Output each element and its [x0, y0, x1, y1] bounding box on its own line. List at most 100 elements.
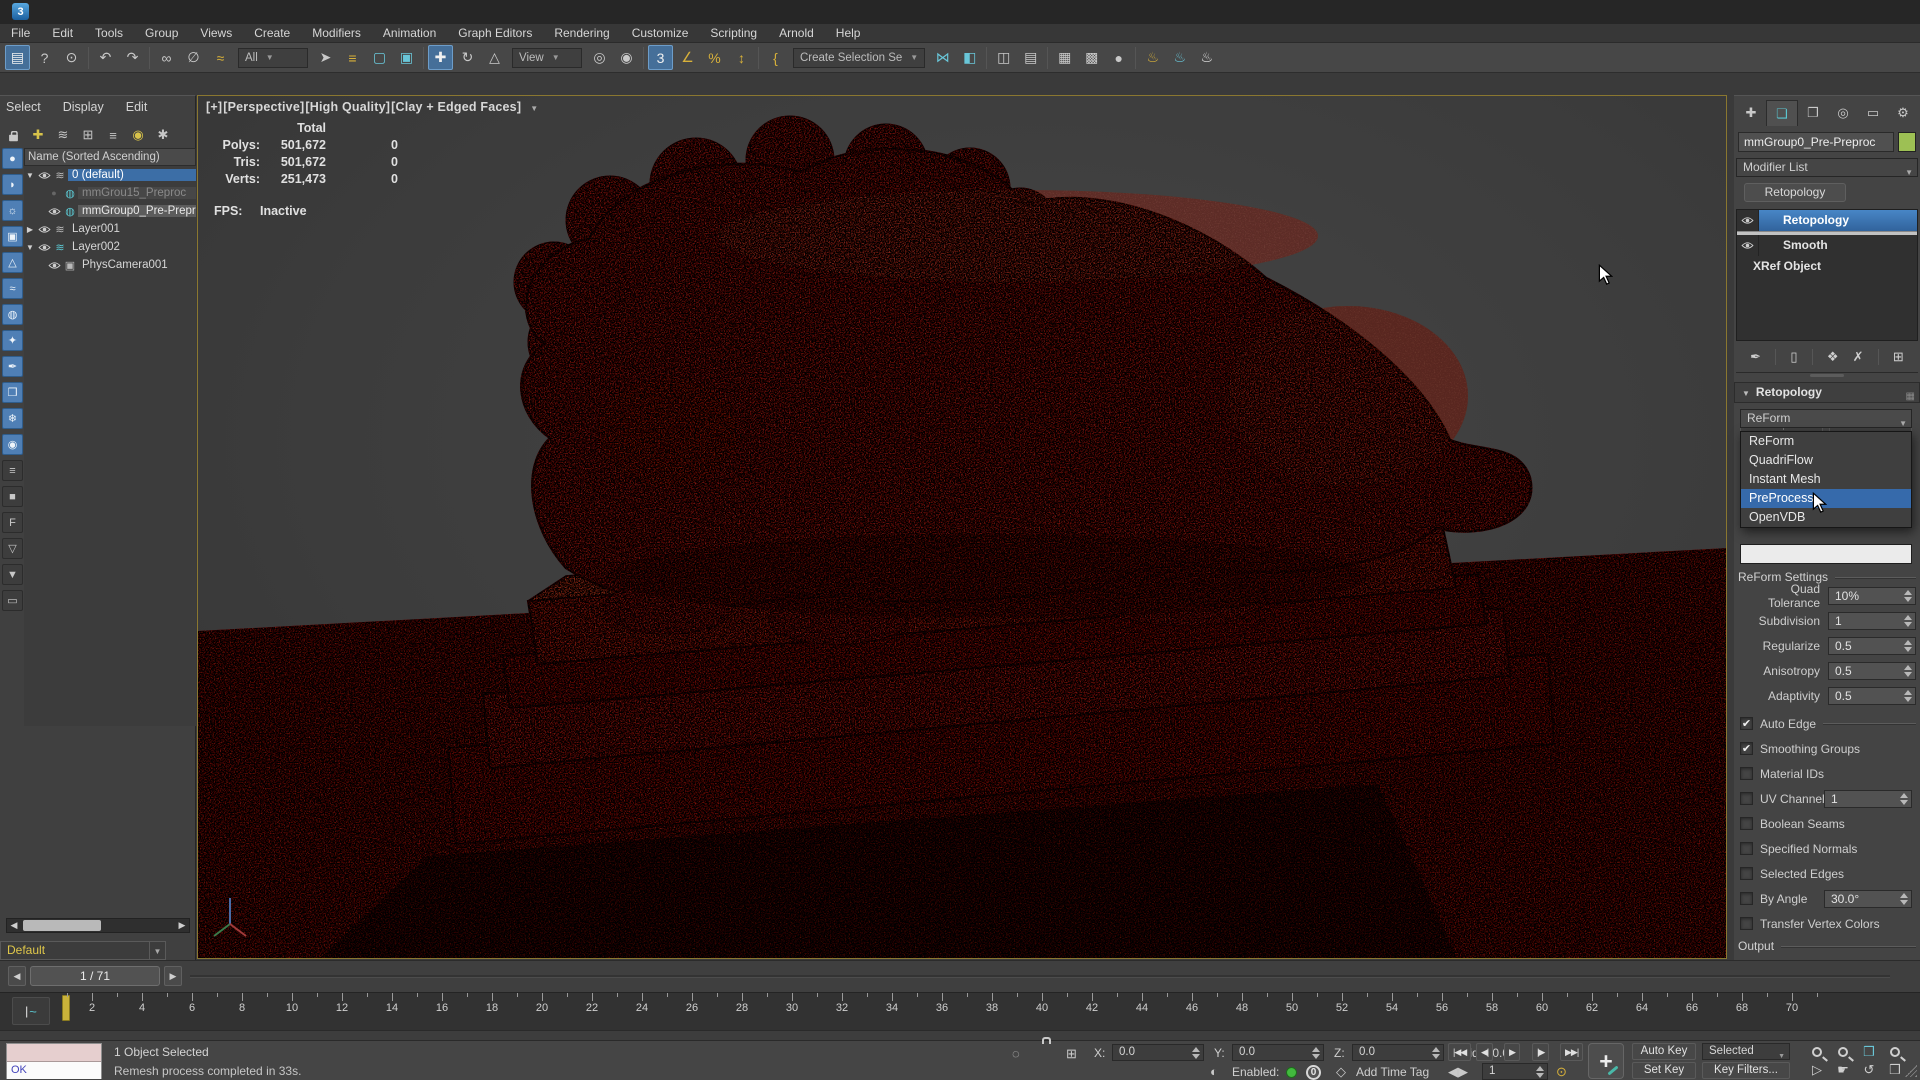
- tree-item-label[interactable]: Layer001: [68, 223, 196, 235]
- z-coord-field[interactable]: 0.0: [1352, 1044, 1444, 1061]
- sort-layers-icon[interactable]: ≡: [104, 126, 122, 144]
- schematic-view-icon[interactable]: ▩: [1079, 45, 1104, 70]
- pick-visibility-icon[interactable]: ◉: [129, 126, 147, 144]
- go-to-start-icon[interactable]: |◀◀: [1448, 1043, 1471, 1061]
- menu-file[interactable]: File: [0, 24, 41, 42]
- time-configuration-icon[interactable]: ⊙: [59, 45, 84, 70]
- expand-down-icon[interactable]: ▼: [24, 171, 36, 180]
- rectangular-selection-icon[interactable]: ▢: [367, 45, 392, 70]
- workspace-dropdown-arrow-icon[interactable]: ▼: [150, 941, 166, 960]
- add-to-new-layer-icon[interactable]: ✚: [29, 126, 47, 144]
- set-key-button[interactable]: Set Key: [1632, 1062, 1696, 1079]
- dropdown-option-preprocess[interactable]: PreProcess: [1741, 489, 1911, 508]
- explorer-menu-select[interactable]: Select: [6, 100, 41, 120]
- checkbox-checked-icon[interactable]: ✔: [1740, 717, 1753, 730]
- modifier-smooth[interactable]: Smooth: [1759, 235, 1917, 256]
- time-slider-track[interactable]: [190, 975, 1890, 978]
- modifier-visibility-icon[interactable]: [1737, 235, 1759, 256]
- modifier-visibility-icon[interactable]: [1737, 210, 1759, 231]
- toggle-scene-explorer-icon[interactable]: ◫: [991, 45, 1016, 70]
- spinner-icon[interactable]: [1535, 1065, 1545, 1079]
- key-filters-button[interactable]: Key Filters...: [1702, 1062, 1790, 1079]
- checkbox-unchecked-icon[interactable]: [1740, 767, 1753, 780]
- menu-scripting[interactable]: Scripting: [699, 24, 768, 42]
- zoom-icon[interactable]: [1806, 1043, 1828, 1061]
- menu-customize[interactable]: Customize: [621, 24, 700, 42]
- spinner-icon[interactable]: [1191, 1046, 1201, 1060]
- visibility-eye-icon[interactable]: [36, 243, 52, 252]
- unlink-selection-icon[interactable]: ∅: [181, 45, 206, 70]
- mirror-icon[interactable]: ⋈: [930, 45, 955, 70]
- go-to-end-icon[interactable]: ▶▶|: [1560, 1043, 1583, 1061]
- create-tab-icon[interactable]: ✚: [1736, 100, 1766, 126]
- filter-objects-icon[interactable]: ✦: [2, 330, 23, 351]
- object-color-swatch[interactable]: [1898, 132, 1916, 152]
- tree-item-label[interactable]: PhysCamera001: [78, 259, 196, 271]
- new-container-icon[interactable]: ▭: [2, 590, 23, 611]
- modify-tab-icon[interactable]: ❏: [1766, 100, 1798, 126]
- filter-frozen-icon[interactable]: ❄: [2, 408, 23, 429]
- viewport-quality-label[interactable]: [High Quality]: [305, 100, 390, 114]
- edit-named-selections-icon[interactable]: {: [763, 45, 788, 70]
- pan-icon[interactable]: ☛: [1832, 1061, 1854, 1079]
- expand-right-icon[interactable]: ▶: [24, 225, 36, 234]
- zoom-region-icon[interactable]: [1884, 1043, 1906, 1061]
- tree-item-label[interactable]: mmGrou15_Preproc: [78, 187, 196, 199]
- setting-value-field[interactable]: 0.5: [1828, 687, 1916, 705]
- reference-coordinate-dropdown[interactable]: View▼: [512, 48, 582, 68]
- expand-down-icon[interactable]: ▼: [24, 243, 36, 252]
- workspace-dropdown[interactable]: Default: [0, 941, 150, 960]
- checkbox-unchecked-icon[interactable]: [1740, 892, 1753, 905]
- zero-badge[interactable]: 0: [1306, 1065, 1321, 1080]
- tree-item-label[interactable]: 0 (default): [68, 169, 196, 181]
- algorithm-dropdown[interactable]: ReForm▼: [1740, 409, 1912, 428]
- explorer-menu-edit[interactable]: Edit: [126, 100, 148, 120]
- isolate-selection-icon[interactable]: ◌: [1012, 1046, 1020, 1061]
- menu-rendering[interactable]: Rendering: [543, 24, 620, 42]
- previous-frame-button[interactable]: ◀: [8, 966, 26, 986]
- checkbox-unchecked-icon[interactable]: [1740, 867, 1753, 880]
- zoom-extents-icon[interactable]: ❒: [1858, 1043, 1880, 1061]
- viewport-label-arrow-icon[interactable]: ▼: [530, 104, 538, 113]
- object-name-field[interactable]: mmGroup0_Pre-Preproc: [1738, 132, 1894, 152]
- retopology-rollout-header[interactable]: ▼Retopology▦: [1734, 382, 1920, 403]
- menu-animation[interactable]: Animation: [372, 24, 447, 42]
- tree-row[interactable]: ●◍mmGrou15_Preproc: [24, 184, 196, 202]
- filter-hidden-icon[interactable]: ◉: [2, 434, 23, 455]
- align-icon[interactable]: ◧: [957, 45, 982, 70]
- frame-display-icon[interactable]: F: [2, 512, 23, 533]
- y-coord-field[interactable]: 0.0: [1232, 1044, 1324, 1061]
- checkbox-unchecked-icon[interactable]: [1740, 917, 1753, 930]
- modifier-list-dropdown[interactable]: Modifier List▼: [1736, 158, 1918, 177]
- menu-graph-editors[interactable]: Graph Editors: [447, 24, 543, 42]
- spinner-icon[interactable]: [1431, 1046, 1441, 1060]
- mini-curve-editor-button[interactable]: |~: [12, 997, 50, 1025]
- tree-item-label[interactable]: Layer002: [68, 241, 196, 253]
- spinner-icon[interactable]: [1903, 664, 1913, 678]
- retopology-modifier-button[interactable]: Retopology: [1744, 183, 1846, 202]
- scrollbar-thumb[interactable]: [23, 920, 101, 931]
- set-keys-button[interactable]: +: [1588, 1043, 1624, 1079]
- rendered-frame-icon[interactable]: ♨: [1167, 45, 1192, 70]
- explorer-menu-display[interactable]: Display: [63, 100, 104, 120]
- visibility-eye-icon[interactable]: [36, 225, 52, 234]
- selection-filter-dropdown[interactable]: All▼: [238, 48, 308, 68]
- macro-recorder-pane[interactable]: [7, 1044, 101, 1062]
- viewport-degradation-icon[interactable]: ◐: [1210, 1064, 1218, 1079]
- tree-row[interactable]: ▶≋Layer001: [24, 220, 196, 238]
- dropdown-option-reform[interactable]: ReForm: [1741, 432, 1911, 451]
- visibility-eye-icon[interactable]: [46, 207, 62, 216]
- window-crossing-icon[interactable]: ▣: [394, 45, 419, 70]
- x-coord-field[interactable]: 0.0: [1112, 1044, 1204, 1061]
- list-view-icon[interactable]: ≡: [2, 460, 23, 481]
- use-pivot-center-icon[interactable]: ◎: [587, 45, 612, 70]
- scroll-right-icon[interactable]: ▶: [175, 920, 189, 931]
- filter-geometry-icon[interactable]: ●: [2, 148, 23, 169]
- time-slider-thumb[interactable]: 1 / 71: [30, 966, 160, 986]
- tree-row[interactable]: ◍mmGroup0_Pre-Preproc: [24, 202, 196, 220]
- help-icon[interactable]: ?: [32, 45, 57, 70]
- time-configuration-icon[interactable]: ⊙: [1556, 1064, 1567, 1080]
- visibility-eye-icon[interactable]: [36, 171, 52, 180]
- checkbox-unchecked-icon[interactable]: [1740, 792, 1753, 805]
- key-selection-dropdown[interactable]: Selected▼: [1702, 1043, 1790, 1060]
